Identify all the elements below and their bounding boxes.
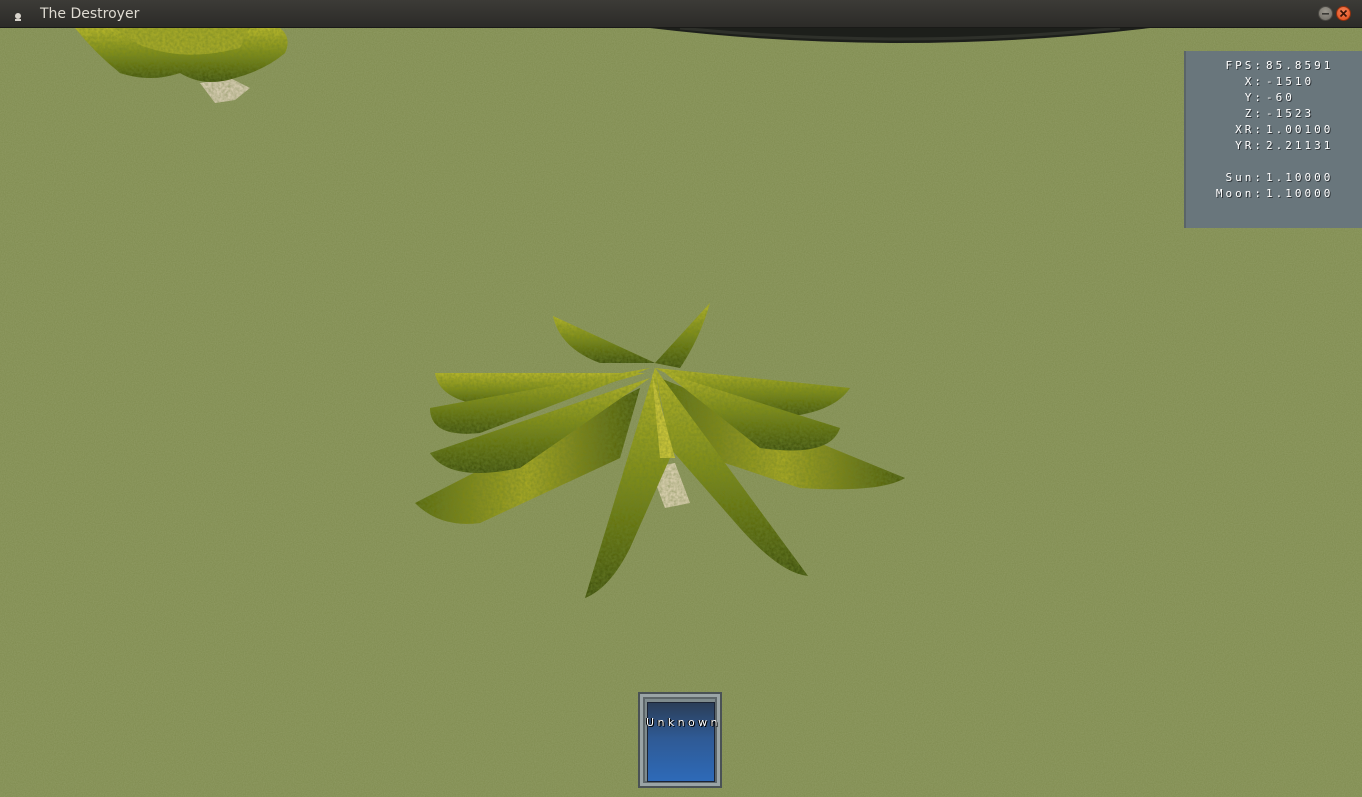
hud-row: YR: 2.21131 — [1186, 139, 1362, 155]
hud-label: X: — [1244, 75, 1264, 88]
hud-value: 1.10000 — [1266, 187, 1334, 200]
hud-row: Z: -1523 — [1186, 107, 1362, 123]
hud-row: Y: -60 — [1186, 91, 1362, 107]
hud-label: FPS: — [1225, 59, 1264, 72]
item-slot-label: Unknown — [646, 716, 721, 729]
title-bar[interactable]: The Destroyer — [0, 0, 1362, 28]
item-slot[interactable] — [638, 692, 722, 788]
hud-value: 1.10000 — [1266, 171, 1334, 184]
game-window: The Destroyer FPS: 85.8591 X: -1510 Y: -… — [0, 0, 1362, 797]
hud-value: 85.8591 — [1266, 59, 1334, 72]
hud-label: Y: — [1244, 91, 1264, 104]
hud-row: XR: 1.00100 — [1186, 123, 1362, 139]
hud-label: Z: — [1244, 107, 1264, 120]
hud-value: 2.21131 — [1266, 139, 1334, 152]
hud-label: XR: — [1235, 123, 1264, 136]
hud-value: 1.00100 — [1266, 123, 1334, 136]
hud-row: Sun: 1.10000 — [1186, 171, 1362, 187]
hud-label: Sun: — [1225, 171, 1264, 184]
scene-render — [0, 28, 1362, 797]
close-button[interactable] — [1336, 6, 1351, 21]
hud-row: FPS: 85.8591 — [1186, 59, 1362, 75]
window-title: The Destroyer — [40, 6, 140, 22]
minimize-icon — [1322, 13, 1329, 15]
hud-label: Moon: — [1215, 187, 1264, 200]
debug-hud: FPS: 85.8591 X: -1510 Y: -60 Z: -1523 XR: 1.00100… — [1184, 51, 1362, 228]
hud-value: -1523 — [1266, 107, 1315, 120]
game-viewport[interactable]: FPS: 85.8591 X: -1510 Y: -60 Z: -1523 XR: 1.00100… — [0, 28, 1362, 797]
hud-label: YR: — [1235, 139, 1264, 152]
window-icon[interactable] — [12, 8, 24, 21]
item-slot-background — [647, 702, 715, 782]
hud-value: -60 — [1266, 91, 1295, 104]
minimize-button[interactable] — [1318, 6, 1333, 21]
hud-row: Moon: 1.10000 — [1186, 187, 1362, 203]
hud-row: X: -1510 — [1186, 75, 1362, 91]
close-icon — [1339, 9, 1348, 18]
hud-value: -1510 — [1266, 75, 1315, 88]
